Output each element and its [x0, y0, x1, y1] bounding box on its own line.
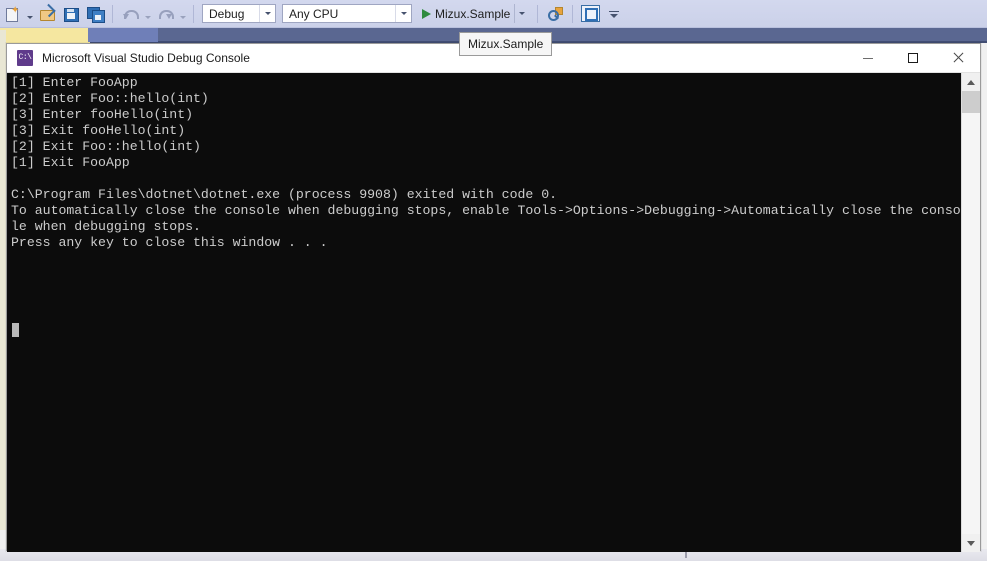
save-all-icon — [86, 6, 105, 23]
toolbar-separator-3 — [537, 4, 539, 23]
console-line: [2] Enter Foo::hello(int) — [11, 91, 209, 106]
window-controls — [845, 44, 980, 72]
console-line: [2] Exit Foo::hello(int) — [11, 139, 201, 154]
chevron-down-icon — [26, 15, 33, 19]
vs-tab-strip-fragment — [88, 28, 158, 42]
start-debug-label: Mizux.Sample — [435, 6, 511, 21]
console-line: Press any key to close this window . . . — [11, 235, 328, 250]
solution-configuration-dropdown[interactable] — [259, 5, 275, 22]
search-tag-icon — [547, 6, 564, 22]
scroll-down-button[interactable] — [962, 534, 980, 552]
open-file-button[interactable] — [36, 3, 58, 25]
console-scrollbar[interactable] — [961, 73, 980, 552]
console-line: [1] Enter FooApp — [11, 75, 138, 90]
play-triangle-icon — [422, 8, 431, 19]
console-cursor — [12, 323, 19, 337]
console-output-text: [1] Enter FooApp [2] Enter Foo::hello(int… — [11, 75, 961, 251]
console-line: [3] Enter fooHello(int) — [11, 107, 194, 122]
console-line: [1] Exit FooApp — [11, 155, 130, 170]
vs-toolbar: ✦ Debug Any CPU Mizux.Sample — [0, 0, 987, 28]
solution-configuration-value: Debug — [209, 6, 245, 21]
redo-arrow-icon — [158, 7, 174, 21]
toolbar-separator-1 — [112, 4, 113, 23]
save-all-button[interactable] — [84, 3, 106, 25]
start-debug-tooltip: Mizux.Sample — [459, 32, 553, 56]
chevron-down-icon — [400, 12, 407, 15]
maximize-button[interactable] — [890, 44, 935, 72]
console-line: C:\Program Files\dotnet\dotnet.exe (proc… — [11, 187, 558, 202]
console-app-icon: C:\ — [17, 50, 33, 66]
solution-platform-value: Any CPU — [289, 6, 339, 21]
toolbar-separator-2 — [193, 4, 194, 23]
new-project-dropdown[interactable] — [24, 3, 35, 25]
maximize-icon — [907, 53, 918, 63]
new-project-icon: ✦ — [4, 5, 20, 22]
find-button[interactable] — [544, 3, 566, 25]
debug-console-window: C:\ Microsoft Visual Studio Debug Consol… — [6, 43, 981, 552]
save-icon — [63, 6, 79, 22]
scrollbar-track[interactable] — [962, 91, 980, 534]
solution-platform-combo[interactable]: Any CPU — [282, 4, 412, 23]
minimize-icon — [862, 57, 873, 59]
window-button[interactable] — [579, 3, 601, 25]
start-debug-control: Mizux.Sample — [418, 4, 529, 23]
undo-button[interactable] — [119, 3, 141, 25]
scroll-down-icon — [967, 540, 975, 546]
console-line: le when debugging stops. — [11, 219, 201, 234]
scroll-up-icon — [967, 79, 975, 85]
solution-platform-dropdown[interactable] — [395, 5, 411, 22]
overflow-chevron-icon — [608, 6, 620, 22]
console-output-area[interactable]: [1] Enter FooApp [2] Enter Foo::hello(int… — [7, 73, 980, 552]
minimize-button[interactable] — [845, 44, 890, 72]
solution-configuration-combo[interactable]: Debug — [202, 4, 276, 23]
chevron-down-icon — [144, 15, 151, 19]
console-line: [3] Exit fooHello(int) — [11, 123, 186, 138]
scroll-up-button[interactable] — [962, 73, 980, 91]
toolbar-overflow-button[interactable] — [603, 3, 625, 25]
chevron-down-icon — [179, 15, 186, 19]
undo-arrow-icon — [123, 7, 139, 21]
scrollbar-thumb[interactable] — [962, 91, 980, 113]
start-debug-dropdown[interactable] — [514, 4, 529, 23]
new-project-button[interactable]: ✦ — [1, 3, 23, 25]
save-button[interactable] — [60, 3, 82, 25]
redo-button[interactable] — [154, 3, 176, 25]
start-debug-button[interactable]: Mizux.Sample — [418, 4, 514, 23]
console-line: To automatically close the console when … — [11, 203, 961, 218]
window-icon — [580, 5, 600, 22]
chevron-down-icon — [519, 12, 526, 15]
undo-dropdown[interactable] — [142, 3, 153, 25]
open-folder-icon — [39, 3, 56, 22]
toolbar-separator-4 — [572, 4, 574, 23]
redo-dropdown[interactable] — [177, 3, 188, 25]
close-button[interactable] — [935, 44, 980, 72]
chevron-down-icon — [264, 12, 271, 15]
tooltip-text: Mizux.Sample — [468, 37, 544, 51]
console-window-title: Microsoft Visual Studio Debug Console — [42, 51, 250, 65]
close-icon — [952, 52, 964, 64]
